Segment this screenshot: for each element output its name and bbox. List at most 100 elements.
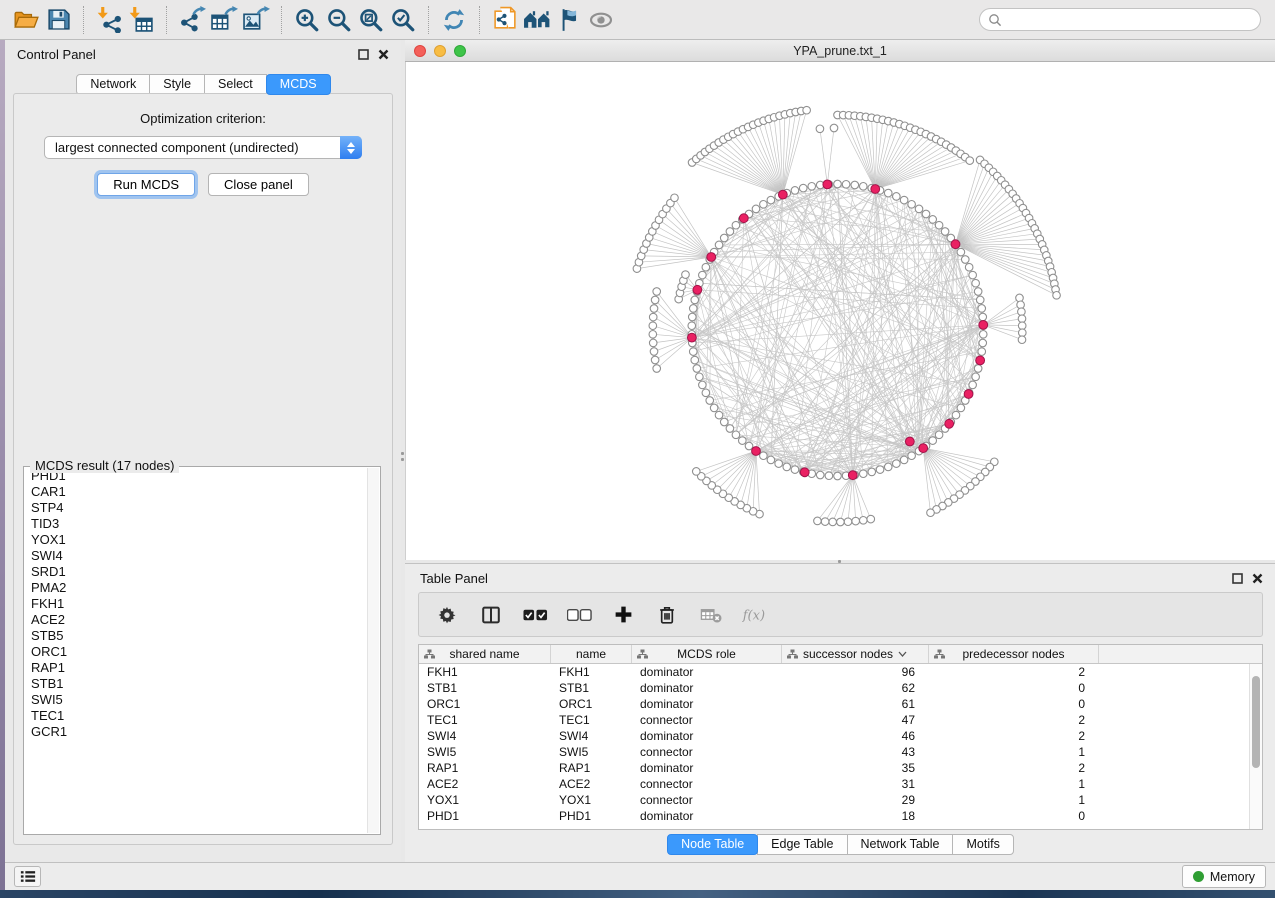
table-cell[interactable]: 2: [929, 729, 1099, 743]
column-header-shared-name[interactable]: shared name: [419, 645, 551, 663]
close-panel-icon[interactable]: [1251, 572, 1264, 585]
zoom-in-icon[interactable]: [291, 4, 323, 36]
table-cell[interactable]: connector: [632, 713, 782, 727]
table-cell[interactable]: YOX1: [419, 793, 551, 807]
table-row[interactable]: TEC1TEC1connector472: [419, 712, 1249, 728]
table-cell[interactable]: 1: [929, 777, 1099, 791]
table-cell[interactable]: 29: [782, 793, 929, 807]
column-header-successor-nodes[interactable]: successor nodes: [782, 645, 929, 663]
mcds-result-item[interactable]: PMA2: [25, 580, 379, 596]
table-cell[interactable]: SWI5: [551, 745, 632, 759]
export-image-icon[interactable]: [240, 4, 272, 36]
table-cell[interactable]: 1: [929, 745, 1099, 759]
mcds-result-item[interactable]: ACE2: [25, 612, 379, 628]
close-panel-icon[interactable]: [377, 48, 390, 61]
table-cell[interactable]: 96: [782, 665, 929, 679]
column-header-name[interactable]: name: [551, 645, 632, 663]
float-panel-icon[interactable]: [357, 48, 370, 61]
table-cell[interactable]: 0: [929, 681, 1099, 695]
table-cell[interactable]: ORC1: [419, 697, 551, 711]
tab-motifs[interactable]: Motifs: [952, 834, 1013, 855]
table-scrollbar-thumb[interactable]: [1252, 676, 1260, 768]
table-cell[interactable]: TEC1: [551, 713, 632, 727]
mcds-result-item[interactable]: FKH1: [25, 596, 379, 612]
mcds-result-item[interactable]: GCR1: [25, 724, 379, 740]
zoom-selected-icon[interactable]: [387, 4, 419, 36]
table-row[interactable]: RAP1RAP1dominator352: [419, 760, 1249, 776]
memory-button[interactable]: Memory: [1182, 865, 1266, 888]
table-cell[interactable]: YOX1: [551, 793, 632, 807]
tab-edge-table[interactable]: Edge Table: [757, 834, 847, 855]
mcds-result-item[interactable]: STP4: [25, 500, 379, 516]
table-cell[interactable]: dominator: [632, 809, 782, 823]
import-network-icon[interactable]: [93, 4, 125, 36]
table-cell[interactable]: SWI5: [419, 745, 551, 759]
mcds-result-item[interactable]: SWI4: [25, 548, 379, 564]
mcds-result-item[interactable]: CAR1: [25, 484, 379, 500]
first-neighbors-icon[interactable]: [521, 4, 553, 36]
task-history-button[interactable]: [14, 866, 41, 887]
export-network-icon[interactable]: [176, 4, 208, 36]
mcds-result-item[interactable]: STB5: [25, 628, 379, 644]
table-cell[interactable]: 35: [782, 761, 929, 775]
table-row[interactable]: STB1STB1dominator620: [419, 680, 1249, 696]
table-scrollbar[interactable]: [1249, 664, 1262, 829]
import-table-icon[interactable]: [125, 4, 157, 36]
table-cell[interactable]: TEC1: [419, 713, 551, 727]
tab-style[interactable]: Style: [149, 74, 205, 95]
table-row[interactable]: YOX1YOX1connector291: [419, 792, 1249, 808]
global-search-box[interactable]: [979, 8, 1261, 31]
hide-selected-icon[interactable]: [553, 4, 585, 36]
mcds-list-scrollbar[interactable]: [367, 468, 379, 833]
table-cell[interactable]: 1: [929, 793, 1099, 807]
unselect-all-columns-icon[interactable]: [566, 602, 592, 628]
tab-mcds[interactable]: MCDS: [266, 74, 331, 95]
table-cell[interactable]: FKH1: [419, 665, 551, 679]
zoom-fit-icon[interactable]: [355, 4, 387, 36]
table-cell[interactable]: connector: [632, 793, 782, 807]
float-panel-icon[interactable]: [1231, 572, 1244, 585]
table-cell[interactable]: 2: [929, 713, 1099, 727]
table-cell[interactable]: dominator: [632, 729, 782, 743]
table-row[interactable]: ORC1ORC1dominator610: [419, 696, 1249, 712]
function-builder-icon[interactable]: f(x): [742, 602, 768, 628]
panel-splitter-handle[interactable]: [401, 452, 404, 455]
table-cell[interactable]: FKH1: [551, 665, 632, 679]
run-mcds-button[interactable]: Run MCDS: [97, 173, 195, 196]
mcds-result-item[interactable]: STB1: [25, 676, 379, 692]
table-options-gear-icon[interactable]: [434, 602, 460, 628]
delete-columns-trash-icon[interactable]: [654, 602, 680, 628]
table-cell[interactable]: 46: [782, 729, 929, 743]
mcds-result-item[interactable]: YOX1: [25, 532, 379, 548]
table-cell[interactable]: SWI4: [551, 729, 632, 743]
table-cell[interactable]: dominator: [632, 665, 782, 679]
network-canvas[interactable]: [405, 62, 1275, 560]
table-cell[interactable]: SWI4: [419, 729, 551, 743]
tab-network-table[interactable]: Network Table: [847, 834, 954, 855]
tab-node-table[interactable]: Node Table: [667, 834, 758, 855]
tab-select[interactable]: Select: [204, 74, 267, 95]
table-cell[interactable]: 18: [782, 809, 929, 823]
table-cell[interactable]: PHD1: [419, 809, 551, 823]
column-header-MCDS-role[interactable]: MCDS role: [632, 645, 782, 663]
table-cell[interactable]: 31: [782, 777, 929, 791]
table-cell[interactable]: ACE2: [419, 777, 551, 791]
save-session-icon[interactable]: [42, 4, 74, 36]
column-header-predecessor-nodes[interactable]: predecessor nodes: [929, 645, 1099, 663]
table-cell[interactable]: STB1: [419, 681, 551, 695]
mcds-result-list[interactable]: PHD1CAR1STP4TID3YOX1SWI4SRD1PMA2FKH1ACE2…: [25, 468, 379, 833]
optimization-criterion-select[interactable]: largest connected component (undirected): [44, 136, 362, 159]
table-cell[interactable]: ORC1: [551, 697, 632, 711]
table-cell[interactable]: STB1: [551, 681, 632, 695]
table-cell[interactable]: 61: [782, 697, 929, 711]
table-row[interactable]: SWI5SWI5connector431: [419, 744, 1249, 760]
table-cell[interactable]: dominator: [632, 761, 782, 775]
table-row[interactable]: ACE2ACE2connector311: [419, 776, 1249, 792]
show-column-panel-icon[interactable]: [478, 602, 504, 628]
open-file-icon[interactable]: [10, 4, 42, 36]
table-cell[interactable]: 43: [782, 745, 929, 759]
delete-table-icon[interactable]: [698, 602, 724, 628]
panel-splitter-handle[interactable]: [401, 458, 404, 461]
table-cell[interactable]: RAP1: [551, 761, 632, 775]
table-cell[interactable]: 0: [929, 697, 1099, 711]
